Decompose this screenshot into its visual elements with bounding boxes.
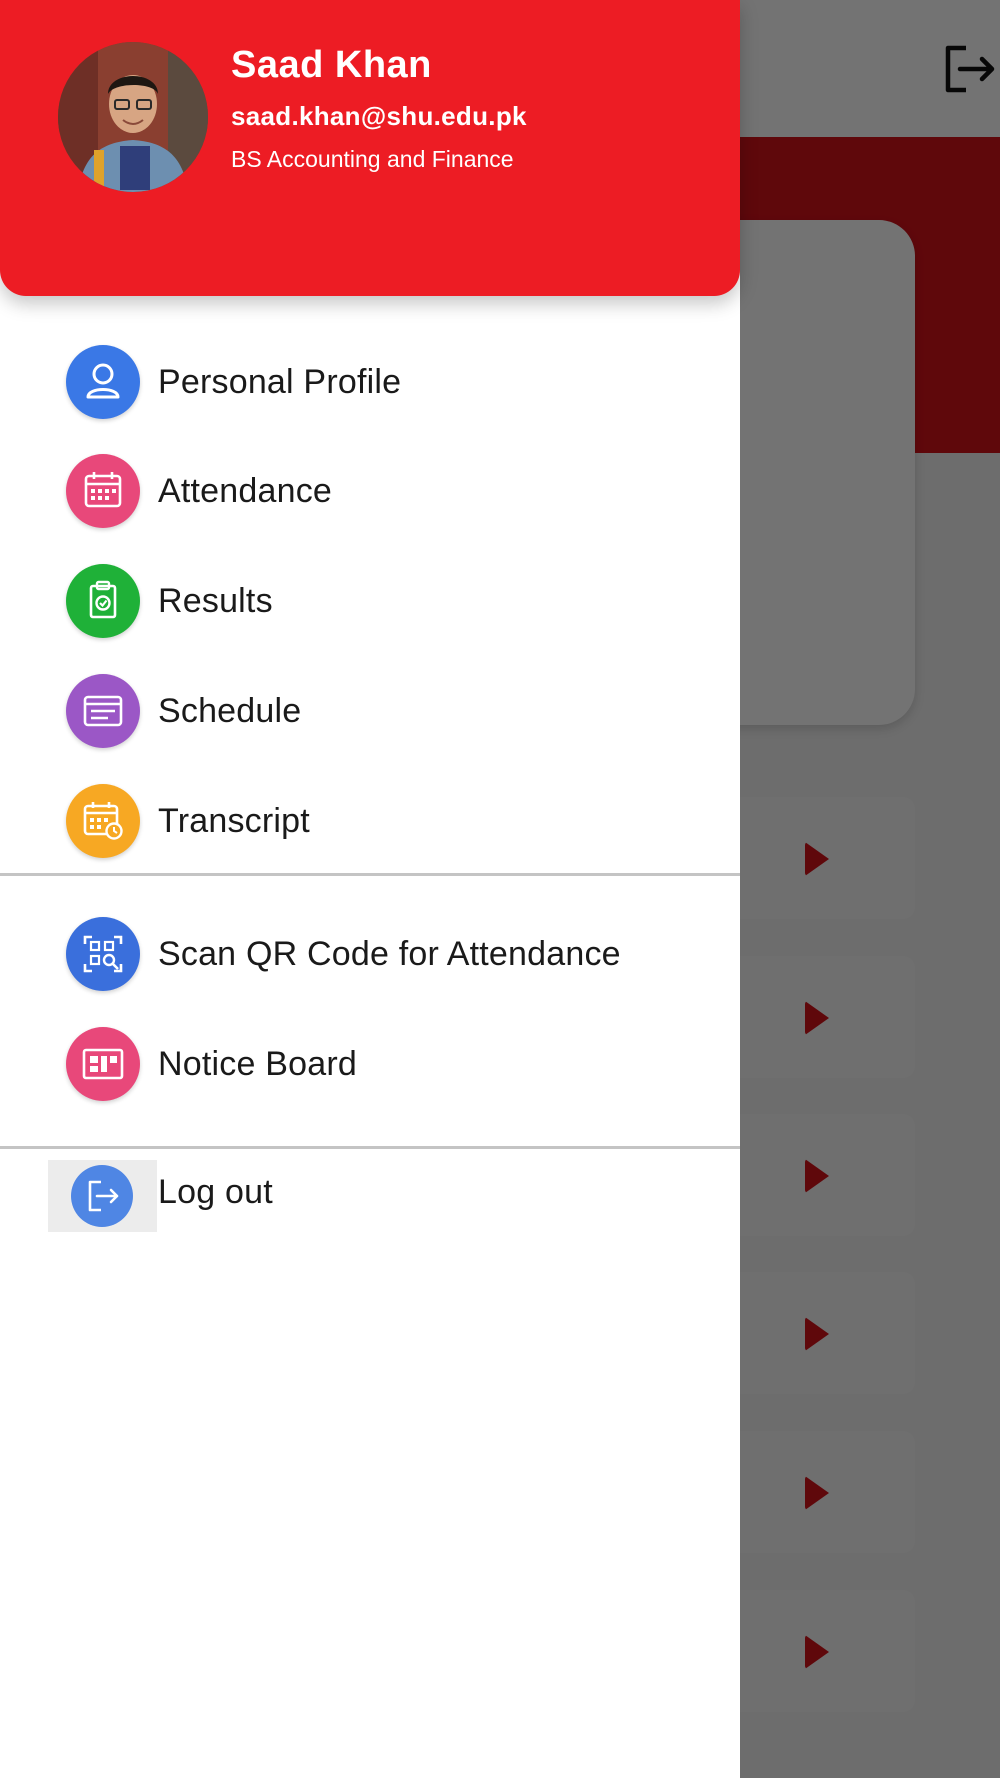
menu-item-label: Log out: [158, 1173, 273, 1211]
clipboard-check-icon: [66, 564, 140, 638]
menu-item-attendance[interactable]: Attendance: [0, 442, 740, 538]
logout-icon-container[interactable]: [48, 1160, 157, 1232]
logout-icon: [71, 1165, 133, 1227]
profile-program: BS Accounting and Finance: [231, 146, 514, 172]
menu-item-label: Notice Board: [158, 1045, 357, 1083]
avatar[interactable]: [58, 42, 208, 192]
qr-scan-icon: [66, 917, 140, 991]
menu-item-label: Scan QR Code for Attendance: [158, 935, 621, 973]
menu-item-notice-board[interactable]: Notice Board: [0, 1015, 740, 1111]
profile-name: Saad Khan: [231, 44, 432, 86]
notice-board-icon: [66, 1027, 140, 1101]
person-icon: [66, 345, 140, 419]
menu-item-label: Attendance: [158, 472, 333, 510]
drawer-header: Saad Khan saad.khan@shu.edu.pk BS Accoun…: [0, 0, 740, 296]
menu-item-scan-qr-code[interactable]: Scan QR Code for Attendance: [0, 905, 740, 1001]
menu-item-schedule[interactable]: Schedule: [0, 662, 740, 758]
menu-item-label: Results: [158, 582, 273, 620]
menu-divider: [0, 873, 740, 876]
navigation-drawer: Saad Khan saad.khan@shu.edu.pk BS Accoun…: [0, 0, 740, 1778]
menu-item-label: Transcript: [158, 802, 310, 840]
profile-email: saad.khan@shu.edu.pk: [231, 101, 527, 131]
menu-item-results[interactable]: Results: [0, 552, 740, 648]
calendar-clock-icon: [66, 784, 140, 858]
menu-item-transcript[interactable]: Transcript: [0, 772, 740, 868]
menu-item-label: Personal Profile: [158, 363, 402, 401]
schedule-card-icon: [66, 674, 140, 748]
menu-item-label: Schedule: [158, 692, 302, 730]
calendar-icon: [66, 454, 140, 528]
profile-photo-icon: [58, 42, 208, 192]
menu-item-personal-profile[interactable]: Personal Profile: [0, 333, 740, 429]
